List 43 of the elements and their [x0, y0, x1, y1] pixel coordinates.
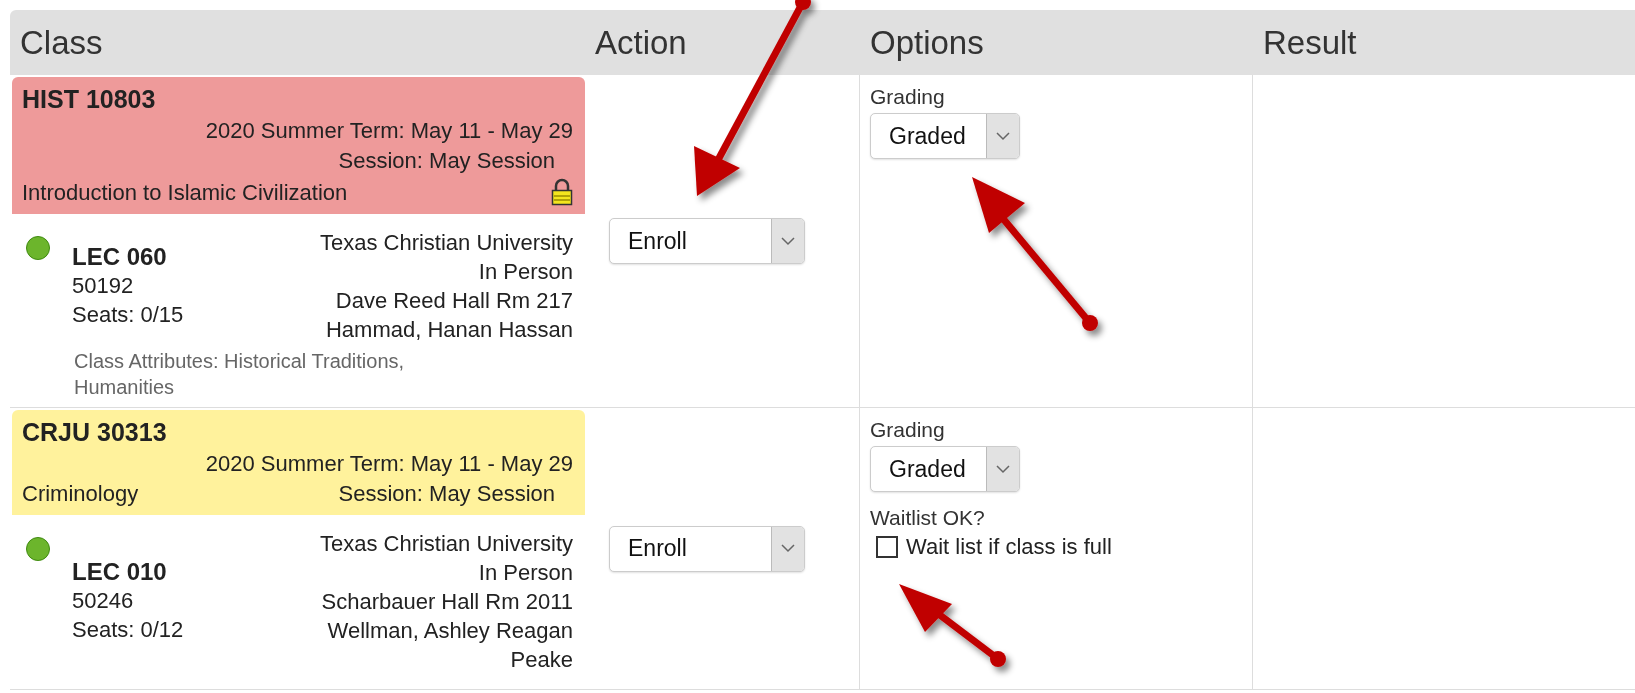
- checkbox-label: Wait list if class is full: [906, 534, 1112, 560]
- checkbox[interactable]: [876, 536, 898, 558]
- status-dot: [26, 236, 50, 260]
- option-label: Waitlist OK?: [870, 506, 986, 530]
- class-number: 50192: [72, 272, 135, 300]
- location-line: Scharbauer Hall Rm 2011: [321, 588, 573, 616]
- location-line: Hammad, Hanan Hassan: [326, 316, 573, 344]
- column-header: Class: [10, 10, 585, 75]
- session-name: Session: May Session: [338, 481, 556, 507]
- location-line: Texas Christian University: [319, 530, 573, 558]
- action-select[interactable]: Enroll: [609, 525, 805, 572]
- chevron-down-icon: [781, 544, 795, 553]
- option-label: Grading: [870, 85, 946, 109]
- term-dates: 2020 Summer Term: May 11 - May 29: [205, 451, 573, 477]
- location-line: Wellman, Ashley Reagan: [327, 617, 573, 645]
- seat-count: Seats: 0/15: [72, 301, 184, 329]
- chevron-down-icon: [996, 131, 1010, 141]
- chevron-down-icon: [996, 464, 1010, 474]
- session-name: Session: May Session: [338, 148, 556, 174]
- column-header: Options: [860, 10, 1253, 75]
- class-title: Criminology: [22, 481, 139, 507]
- status-dot: [26, 537, 50, 561]
- class-attributes: Class Attributes: Historical Traditions, Humanities: [74, 349, 406, 400]
- location-line: In Person: [478, 258, 573, 286]
- column-header: Action: [585, 10, 860, 75]
- class-code: CRJU 30313: [22, 418, 168, 447]
- grading-select[interactable]: Graded: [870, 113, 1020, 159]
- term-dates: 2020 Summer Term: May 11 - May 29: [205, 118, 573, 144]
- column-header: Result: [1253, 10, 1635, 75]
- location-line: In Person: [478, 559, 573, 587]
- section-code: LEC 060: [72, 242, 168, 271]
- option-label: Grading: [870, 418, 946, 442]
- location-line: Dave Reed Hall Rm 217: [335, 287, 573, 315]
- class-number: 50246: [72, 587, 135, 615]
- chevron-down-icon: [781, 236, 795, 246]
- location-line: Peake: [510, 646, 573, 674]
- section-code: LEC 010: [72, 557, 168, 586]
- class-title: Introduction to Islamic Civilization: [22, 180, 348, 206]
- class-code: HIST 10803: [22, 85, 157, 114]
- seat-count: Seats: 0/12: [72, 616, 184, 644]
- location-line: Texas Christian University: [319, 229, 573, 257]
- grading-select[interactable]: Graded: [870, 446, 1020, 492]
- action-select[interactable]: Enroll: [609, 218, 805, 264]
